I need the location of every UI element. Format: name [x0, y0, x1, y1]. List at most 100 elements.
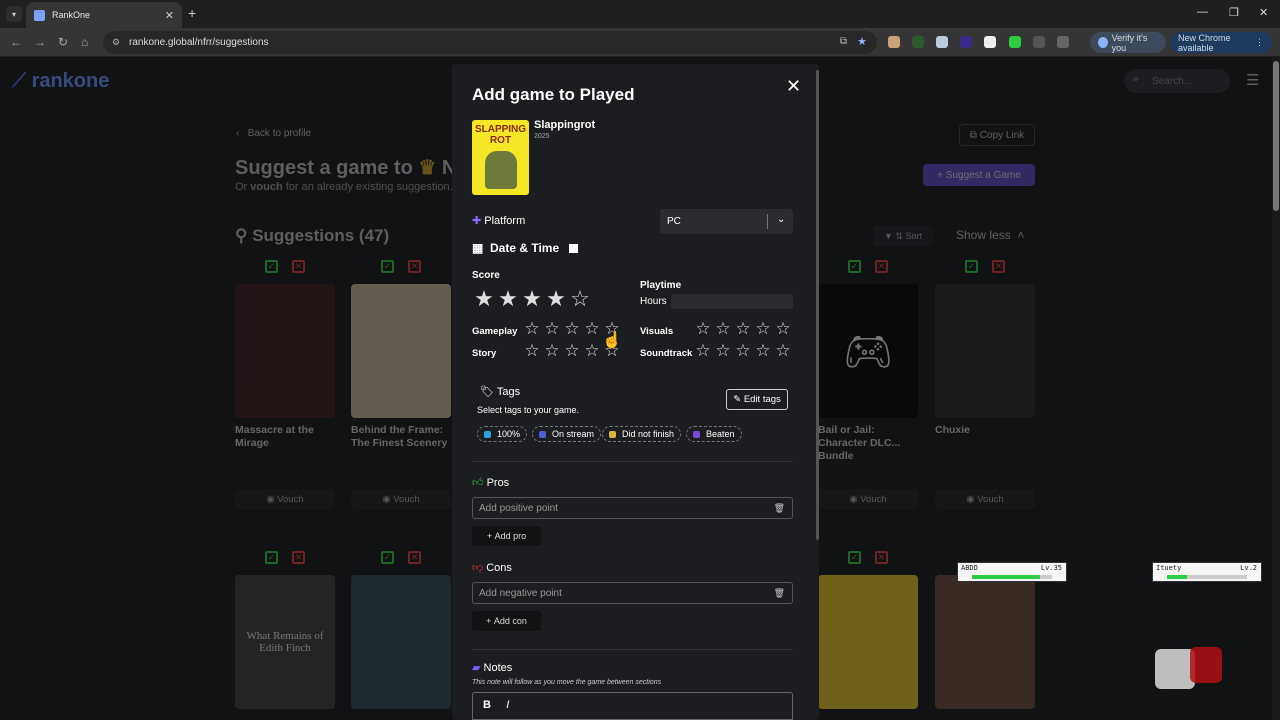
game-cover[interactable]: [235, 284, 335, 418]
approve-check-icon[interactable]: ✓: [848, 260, 861, 273]
approve-check-icon[interactable]: ✓: [965, 260, 978, 273]
reload-icon[interactable]: ↻: [58, 35, 68, 49]
italic-button[interactable]: I: [506, 699, 509, 711]
reject-x-icon[interactable]: ✕: [292, 260, 305, 273]
search-input[interactable]: ⌕ Search...: [1124, 69, 1230, 93]
extensions-puzzle-icon[interactable]: [1057, 36, 1069, 48]
add-con-button[interactable]: + Add con: [472, 611, 541, 631]
empty-star-icon[interactable]: ☆: [522, 319, 542, 339]
empty-star-icon[interactable]: ☆: [522, 341, 542, 361]
edit-tags-button[interactable]: ✎ Edit tags: [726, 389, 788, 410]
extension-1-icon[interactable]: [888, 36, 900, 48]
empty-star-icon[interactable]: ☆: [773, 341, 793, 361]
empty-star-icon[interactable]: ☆: [562, 319, 582, 339]
site-info-icon[interactable]: ⚙: [112, 37, 120, 48]
install-icon[interactable]: ⧉: [840, 36, 847, 47]
game-title[interactable]: Massacre at the Mirage: [235, 424, 335, 450]
negative-point-input[interactable]: Add negative point 🗑︎: [472, 582, 793, 604]
trash-icon[interactable]: 🗑︎: [774, 588, 785, 599]
reject-x-icon[interactable]: ✕: [408, 260, 421, 273]
empty-star-icon[interactable]: ☆: [582, 341, 602, 361]
empty-star-icon[interactable]: ☆: [693, 341, 713, 361]
reject-x-icon[interactable]: ✕: [408, 551, 421, 564]
game-cover[interactable]: [818, 575, 918, 709]
platform-select[interactable]: PC ⌄: [660, 209, 793, 234]
maximize-button[interactable]: ❐: [1229, 6, 1239, 19]
empty-star-icon[interactable]: ☆: [542, 341, 562, 361]
suggest-game-button[interactable]: + Suggest a Game: [923, 164, 1035, 186]
soundtrack-stars[interactable]: ☆ ☆ ☆ ☆ ☆: [693, 341, 793, 361]
mute-icon[interactable]: [1033, 36, 1045, 48]
empty-star-icon[interactable]: ☆: [713, 341, 733, 361]
shield-extension-icon[interactable]: [936, 36, 948, 48]
forward-arrow-icon[interactable]: →: [34, 35, 46, 49]
positive-point-input[interactable]: Add positive point 🗑︎: [472, 497, 793, 519]
reject-x-icon[interactable]: ✕: [292, 551, 305, 564]
reject-x-icon[interactable]: ✕: [992, 260, 1005, 273]
tag-chip[interactable]: Did not finish: [602, 426, 682, 442]
browser-tab[interactable]: RankOne ✕: [26, 2, 182, 28]
empty-star-icon[interactable]: ☆: [542, 319, 562, 339]
approve-check-icon[interactable]: ✓: [848, 551, 861, 564]
tag-chip[interactable]: Beaten: [686, 426, 742, 442]
extension-6-icon[interactable]: [1009, 36, 1021, 48]
filled-star-icon[interactable]: ★: [496, 286, 520, 312]
reject-x-icon[interactable]: ✕: [875, 551, 888, 564]
approve-check-icon[interactable]: ✓: [381, 260, 394, 273]
show-less-toggle[interactable]: Show less ˄: [956, 228, 1024, 242]
hours-input[interactable]: [671, 294, 793, 309]
bold-button[interactable]: B: [483, 699, 491, 711]
tag-chip[interactable]: On stream: [532, 426, 602, 442]
reject-x-icon[interactable]: ✕: [875, 260, 888, 273]
scroll-thumb[interactable]: [1273, 61, 1279, 211]
bookmark-star-icon[interactable]: ★: [857, 35, 867, 48]
close-icon[interactable]: ✕: [786, 76, 801, 97]
empty-star-icon[interactable]: ☆: [733, 319, 753, 339]
filled-star-icon[interactable]: ★: [520, 286, 544, 312]
game-title[interactable]: Behind the Frame: The Finest Scenery: [351, 424, 451, 450]
approve-check-icon[interactable]: ✓: [265, 551, 278, 564]
back-to-profile-link[interactable]: ‹ Back to profile: [236, 128, 311, 139]
approve-check-icon[interactable]: ✓: [381, 551, 394, 564]
new-tab-button[interactable]: +: [188, 5, 196, 21]
game-title[interactable]: Chuxie: [935, 424, 1035, 437]
game-cover[interactable]: [935, 575, 1035, 709]
tab-close-icon[interactable]: ✕: [165, 9, 174, 22]
tab-search-icon[interactable]: ▾: [6, 6, 22, 22]
vouch-button[interactable]: ◉ Vouch: [935, 489, 1035, 509]
empty-star-icon[interactable]: ☆: [773, 319, 793, 339]
empty-star-icon[interactable]: ☆: [733, 341, 753, 361]
new-chrome-button[interactable]: New Chrome available ⋮: [1170, 32, 1272, 53]
hamburger-menu-icon[interactable]: ☰: [1246, 71, 1259, 89]
date-time-checkbox[interactable]: [568, 244, 578, 253]
minimize-button[interactable]: —: [1197, 6, 1208, 18]
game-cover[interactable]: [351, 284, 451, 418]
filled-star-icon[interactable]: ★: [544, 286, 568, 312]
empty-star-icon[interactable]: ☆: [562, 341, 582, 361]
page-scrollbar[interactable]: [1272, 57, 1280, 720]
modal-scrollbar[interactable]: [816, 70, 819, 540]
empty-star-icon[interactable]: ☆: [753, 319, 773, 339]
vouch-button[interactable]: ◉ Vouch: [235, 489, 335, 509]
rankone-logo[interactable]: ⟋ rankone: [12, 70, 109, 93]
trash-icon[interactable]: 🗑︎: [774, 503, 785, 514]
kebab-menu-icon[interactable]: ⋮: [1255, 37, 1264, 48]
visuals-stars[interactable]: ☆ ☆ ☆ ☆ ☆: [693, 319, 793, 339]
game-cover[interactable]: [351, 575, 451, 709]
score-stars[interactable]: ★ ★ ★ ★ ☆: [472, 286, 592, 312]
back-arrow-icon[interactable]: ←: [10, 35, 22, 49]
vouch-button[interactable]: ◉ Vouch: [351, 489, 451, 509]
game-cover[interactable]: 🎮︎: [818, 284, 918, 418]
game-cover[interactable]: [935, 284, 1035, 418]
url-field[interactable]: ⚙ rankone.global/nfrr/suggestions ⧉ ★: [103, 31, 877, 54]
game-cover[interactable]: What Remains of Edith Finch: [235, 575, 335, 709]
add-pro-button[interactable]: + Add pro: [472, 526, 541, 546]
copy-link-button[interactable]: ⧉ Copy Link: [959, 124, 1035, 146]
sort-button[interactable]: ▼ ⇅ Sort: [873, 226, 933, 246]
empty-star-icon[interactable]: ☆: [582, 319, 602, 339]
extension-5-icon[interactable]: [984, 36, 996, 48]
empty-star-icon[interactable]: ☆: [713, 319, 733, 339]
extension-4-icon[interactable]: [960, 36, 972, 48]
verify-profile-button[interactable]: Verify it's you: [1090, 32, 1166, 53]
empty-star-icon[interactable]: ☆: [693, 319, 713, 339]
